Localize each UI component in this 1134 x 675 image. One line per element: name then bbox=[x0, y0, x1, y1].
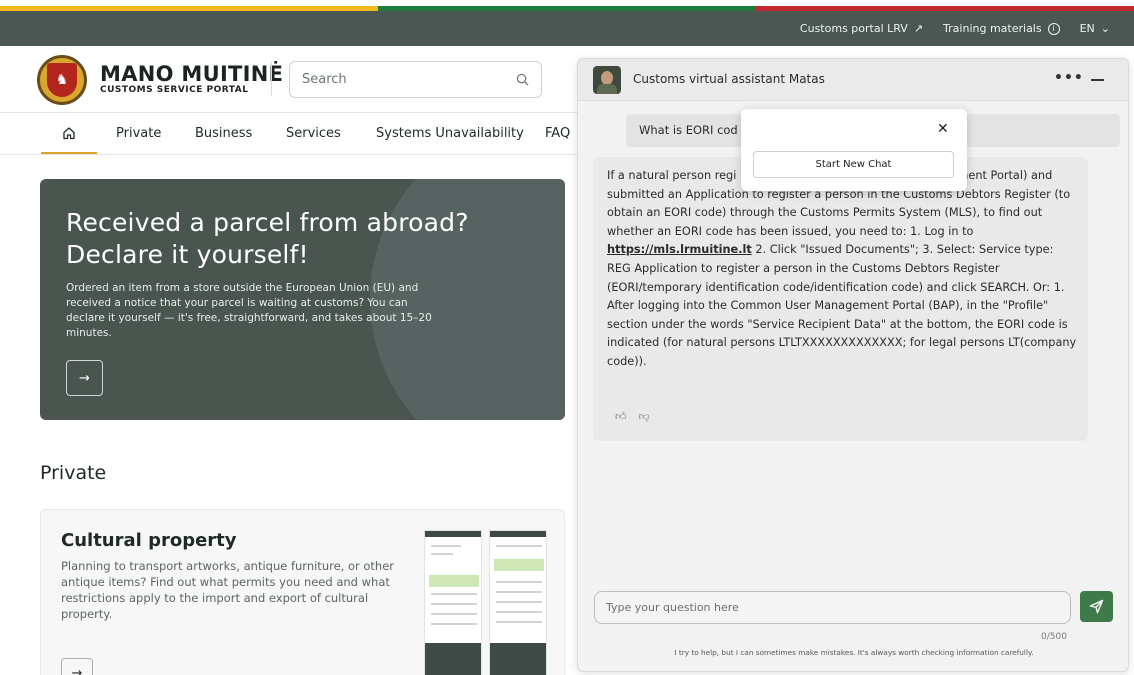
card-arrow-button[interactable]: → bbox=[61, 658, 93, 675]
hero-text: Ordered an item from a store outside the… bbox=[66, 282, 432, 339]
mls-link[interactable]: https://mls.lrmuitine.lt bbox=[607, 243, 752, 256]
card-text: Planning to transport artworks, antique … bbox=[61, 559, 395, 621]
document-thumbnail-2 bbox=[489, 530, 547, 675]
nav-item-private[interactable]: Private bbox=[116, 113, 161, 154]
customs-portal-link[interactable]: Customs portal LRV ↗ bbox=[800, 22, 923, 35]
thumbs-up-icon[interactable]: 👍︎ bbox=[615, 410, 627, 423]
hero-banner: Received a parcel from abroad? Declare i… bbox=[40, 179, 565, 420]
cultural-property-card[interactable]: Cultural property Planning to transport … bbox=[40, 509, 565, 675]
customs-emblem-logo[interactable]: ♞ bbox=[37, 55, 87, 105]
top-utility-bar: Customs portal LRV ↗ Training materials … bbox=[0, 11, 1134, 46]
main-nav: Private Business Services Systems Unavai… bbox=[0, 112, 580, 155]
minimize-icon[interactable] bbox=[1091, 79, 1104, 81]
send-icon bbox=[1089, 599, 1104, 614]
flag-stripe bbox=[0, 0, 1134, 11]
more-options-icon[interactable]: ••• bbox=[1054, 70, 1084, 86]
brand-subtitle: CUSTOMS SERVICE PORTAL bbox=[100, 85, 249, 95]
nav-item-faq[interactable]: FAQ bbox=[545, 113, 570, 154]
search-icon[interactable] bbox=[516, 73, 529, 86]
nav-item-services[interactable]: Services bbox=[286, 113, 341, 154]
question-input[interactable]: Type your question here bbox=[594, 591, 1071, 624]
user-message-text: What is EORI cod bbox=[639, 123, 738, 137]
chat-assistant-panel: Customs virtual assistant Matas ••• What… bbox=[577, 58, 1129, 672]
chat-title: Customs virtual assistant Matas bbox=[633, 72, 825, 86]
language-label: EN bbox=[1079, 22, 1095, 35]
document-thumbnail-1 bbox=[424, 530, 482, 675]
external-arrow-icon: ↗ bbox=[913, 22, 924, 35]
assistant-message: If a natural person regi agement Portal) … bbox=[593, 157, 1088, 441]
nav-home[interactable] bbox=[41, 113, 97, 154]
training-materials-link[interactable]: Training materials i bbox=[943, 22, 1060, 35]
brand-title[interactable]: MANO MUITINĖ bbox=[100, 62, 283, 86]
close-icon[interactable]: ✕ bbox=[937, 121, 949, 137]
chat-header: Customs virtual assistant Matas ••• bbox=[578, 59, 1128, 101]
search-input[interactable]: Search bbox=[289, 61, 542, 98]
start-new-chat-button[interactable]: Start New Chat bbox=[753, 151, 954, 178]
header-divider bbox=[271, 62, 272, 96]
thumbs-down-icon[interactable]: 👎︎ bbox=[639, 410, 650, 423]
hero-arrow-button[interactable]: → bbox=[66, 360, 103, 396]
assistant-text-part1: If a natural person regi bbox=[607, 169, 737, 182]
question-placeholder: Type your question here bbox=[606, 601, 739, 614]
feedback-icons: 👍︎ 👎︎ bbox=[615, 410, 650, 423]
chevron-down-icon: ⌄ bbox=[1100, 22, 1110, 35]
assistant-text-part2: 2. Click "Issued Documents"; 3. Select: … bbox=[607, 243, 1077, 368]
training-materials-label: Training materials bbox=[943, 22, 1042, 35]
arrow-right-icon: → bbox=[71, 665, 83, 675]
nav-item-business[interactable]: Business bbox=[195, 113, 252, 154]
assistant-avatar bbox=[593, 66, 621, 94]
info-icon: i bbox=[1047, 22, 1060, 35]
page-edge-strip bbox=[1129, 100, 1134, 200]
card-title: Cultural property bbox=[61, 530, 237, 551]
search-placeholder: Search bbox=[302, 72, 347, 87]
assistant-message-text: If a natural person regi agement Portal) … bbox=[607, 167, 1079, 372]
hero-title: Received a parcel from abroad? Declare i… bbox=[66, 208, 469, 269]
send-button[interactable] bbox=[1080, 591, 1113, 622]
arrow-right-icon: → bbox=[79, 370, 90, 386]
language-selector[interactable]: EN ⌄ bbox=[1080, 22, 1110, 35]
section-title-private: Private bbox=[40, 462, 107, 484]
knight-icon: ♞ bbox=[47, 63, 77, 97]
character-counter: 0/500 bbox=[1041, 632, 1067, 642]
customs-portal-label: Customs portal LRV bbox=[799, 22, 908, 35]
assistant-disclaimer: I try to help, but I can sometimes make … bbox=[674, 648, 1034, 657]
new-chat-popup: ✕ Start New Chat bbox=[741, 109, 967, 191]
home-icon bbox=[63, 126, 75, 139]
nav-item-systems-unavailability[interactable]: Systems Unavailability bbox=[376, 113, 524, 154]
